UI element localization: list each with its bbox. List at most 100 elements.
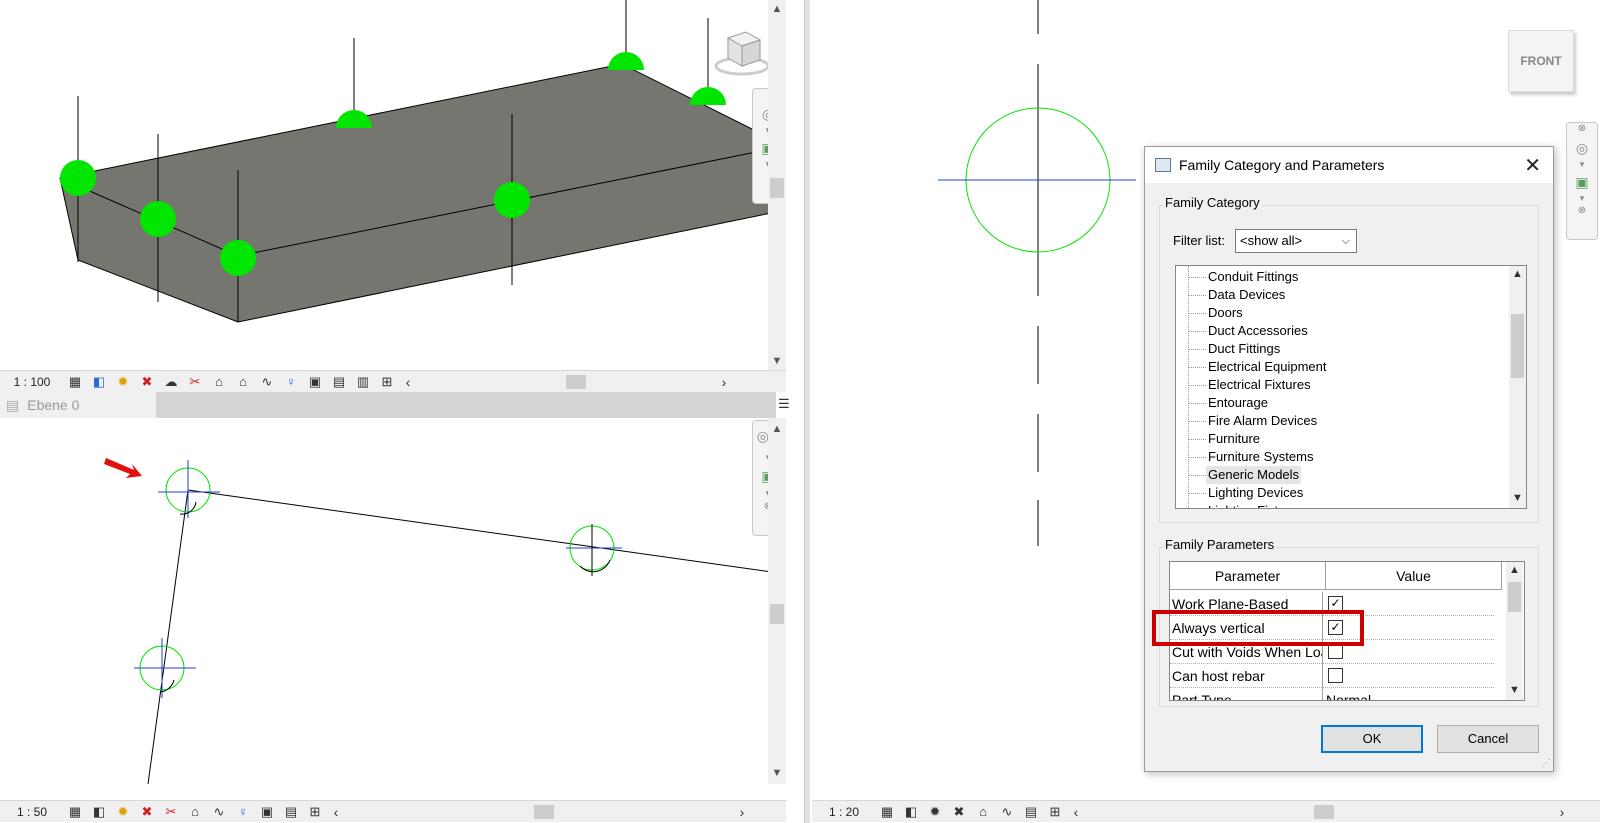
horizontal-scrollbar[interactable] [1084, 804, 1554, 820]
unlock-3d-icon[interactable]: ⌂ [232, 373, 254, 391]
render-icon[interactable]: ☁ [160, 373, 182, 391]
scroll-left-icon[interactable]: ‹ [1068, 804, 1084, 820]
viewcube[interactable] [714, 26, 770, 78]
sun-path-icon[interactable]: ✹ [924, 803, 946, 821]
sun-path-icon[interactable]: ✹ [112, 373, 134, 391]
temporary-hide-icon[interactable]: ∿ [208, 803, 230, 821]
sun-path-icon[interactable]: ✹ [112, 803, 134, 821]
crop-region-icon[interactable]: ⌂ [208, 373, 230, 391]
scroll-up-icon[interactable]: ▲ [768, 420, 786, 438]
tree-item[interactable]: Furniture [1176, 430, 1506, 448]
tree-item[interactable]: Furniture Systems [1176, 448, 1506, 466]
tree-item[interactable]: Electrical Fixtures [1176, 376, 1506, 394]
shadows-icon[interactable]: ✖ [948, 803, 970, 821]
category-tree[interactable]: Conduit Fittings Data Devices Doors Duct Ac… [1175, 265, 1527, 509]
crop-view-icon[interactable]: ✂ [184, 373, 206, 391]
worksharing-icon[interactable]: ▤ [280, 803, 302, 821]
dialog-titlebar[interactable]: Family Category and Parameters ✕ [1145, 147, 1553, 183]
worksharing-icon[interactable]: ▤ [328, 373, 350, 391]
parameter-checkbox[interactable] [1328, 668, 1343, 683]
worksharing-icon[interactable]: ▤ [1020, 803, 1042, 821]
steering-wheel-icon[interactable]: ◎ [1567, 137, 1597, 159]
scroll-thumb[interactable] [770, 604, 784, 624]
scroll-up-icon[interactable]: ▲ [1506, 562, 1523, 579]
tree-item[interactable]: Lighting Devices [1176, 484, 1506, 502]
tree-item[interactable]: Duct Accessories [1176, 322, 1506, 340]
reveal-hidden-icon[interactable]: ♀ [232, 803, 254, 821]
detail-level-icon[interactable]: ▦ [64, 373, 86, 391]
view-menu-icon[interactable]: ☰ [778, 396, 790, 412]
scroll-right-icon[interactable]: › [1554, 804, 1570, 820]
resize-grip-icon[interactable]: ⋰ [1541, 758, 1551, 769]
scroll-thumb[interactable] [534, 804, 554, 819]
chevron-down-icon[interactable]: ▾ [1567, 159, 1597, 171]
shadows-icon[interactable]: ✖ [136, 803, 158, 821]
tree-scrollbar[interactable]: ▲ ▼ [1509, 266, 1526, 508]
scroll-thumb[interactable] [1511, 314, 1524, 378]
scroll-down-icon[interactable]: ▼ [768, 764, 786, 782]
temporary-view-icon[interactable]: ▣ [304, 373, 326, 391]
scroll-left-icon[interactable]: ‹ [400, 374, 416, 390]
vertical-scrollbar[interactable]: ▲ ▼ [768, 0, 786, 370]
tree-item[interactable]: Electrical Equipment [1176, 358, 1506, 376]
view-divider[interactable] [804, 0, 810, 823]
scroll-down-icon[interactable]: ▼ [1506, 682, 1523, 699]
scroll-thumb[interactable] [1314, 804, 1334, 819]
view-tab[interactable]: ▤ Ebene 0 [0, 392, 156, 418]
parameter-checkbox[interactable] [1328, 644, 1343, 659]
temporary-view-icon[interactable]: ▣ [256, 803, 278, 821]
cancel-button[interactable]: Cancel [1437, 725, 1539, 753]
view-scale[interactable]: 1 : 20 [812, 805, 876, 819]
parameter-row[interactable]: Can host rebar [1170, 664, 1494, 688]
filter-list-select[interactable]: <show all> ⌵ [1235, 229, 1357, 253]
horizontal-scrollbar[interactable] [416, 374, 716, 390]
constraints-icon[interactable]: ⊞ [1044, 803, 1066, 821]
visual-style-icon[interactable]: ◧ [900, 803, 922, 821]
chevron-down-icon[interactable]: ▾ [1567, 193, 1597, 205]
constraints-icon[interactable]: ⊞ [376, 373, 398, 391]
parameter-row[interactable]: Part Type Normal [1170, 688, 1494, 700]
close-icon[interactable]: ✕ [1524, 153, 1541, 178]
view-scale[interactable]: 1 : 50 [0, 805, 64, 819]
ok-button[interactable]: OK [1321, 725, 1423, 753]
scroll-thumb[interactable] [566, 374, 586, 389]
tree-item[interactable]: Duct Fittings [1176, 340, 1506, 358]
crop-region-icon[interactable]: ⌂ [972, 803, 994, 821]
tree-item[interactable]: Doors [1176, 304, 1506, 322]
reveal-hidden-icon[interactable]: ♀ [280, 373, 302, 391]
scroll-down-icon[interactable]: ▼ [768, 352, 786, 370]
parameter-value[interactable]: Normal [1326, 688, 1371, 700]
zoom-icon[interactable]: ▣ [1567, 171, 1597, 193]
tree-item[interactable]: Conduit Fittings [1176, 268, 1506, 286]
scroll-right-icon[interactable]: › [716, 374, 732, 390]
horizontal-scrollbar[interactable] [344, 804, 734, 820]
scroll-thumb[interactable] [770, 178, 784, 198]
temporary-hide-icon[interactable]: ∿ [256, 373, 278, 391]
3d-view[interactable]: ⊗ ◎ ▾ ▣ ▾ ▲ ▼ [0, 0, 786, 370]
close-icon[interactable]: ⊗ [1567, 205, 1597, 219]
close-icon[interactable]: ⊗ [1567, 123, 1597, 137]
visual-style-icon[interactable]: ◧ [88, 803, 110, 821]
shadows-icon[interactable]: ✖ [136, 373, 158, 391]
temporary-hide-icon[interactable]: ∿ [996, 803, 1018, 821]
constraints-icon[interactable]: ⊞ [304, 803, 326, 821]
tree-item[interactable]: Data Devices [1176, 286, 1506, 304]
detail-level-icon[interactable]: ▦ [876, 803, 898, 821]
parameter-checkbox[interactable]: ✓ [1328, 596, 1343, 611]
tree-item[interactable]: Lighting Fixtures [1176, 502, 1506, 508]
crop-region-icon[interactable]: ⌂ [184, 803, 206, 821]
view-scale[interactable]: 1 : 100 [0, 375, 64, 389]
scroll-up-icon[interactable]: ▲ [1509, 266, 1526, 283]
scroll-left-icon[interactable]: ‹ [328, 804, 344, 820]
tree-item[interactable]: Generic Models [1176, 466, 1506, 484]
crop-view-icon[interactable]: ✂ [160, 803, 182, 821]
analysis-icon[interactable]: ▥ [352, 373, 374, 391]
scroll-right-icon[interactable]: › [734, 804, 750, 820]
plan-view[interactable]: ◎2D ▾ ▣ ▾ ⊗ ▲ ▼ [0, 418, 786, 784]
parameters-scrollbar[interactable]: ▲ ▼ [1506, 562, 1523, 700]
viewcube[interactable]: FRONT [1508, 30, 1574, 92]
visual-style-icon[interactable]: ◧ [88, 373, 110, 391]
detail-level-icon[interactable]: ▦ [64, 803, 86, 821]
tree-item[interactable]: Fire Alarm Devices [1176, 412, 1506, 430]
vertical-scrollbar[interactable]: ▲ ▼ [768, 418, 786, 784]
